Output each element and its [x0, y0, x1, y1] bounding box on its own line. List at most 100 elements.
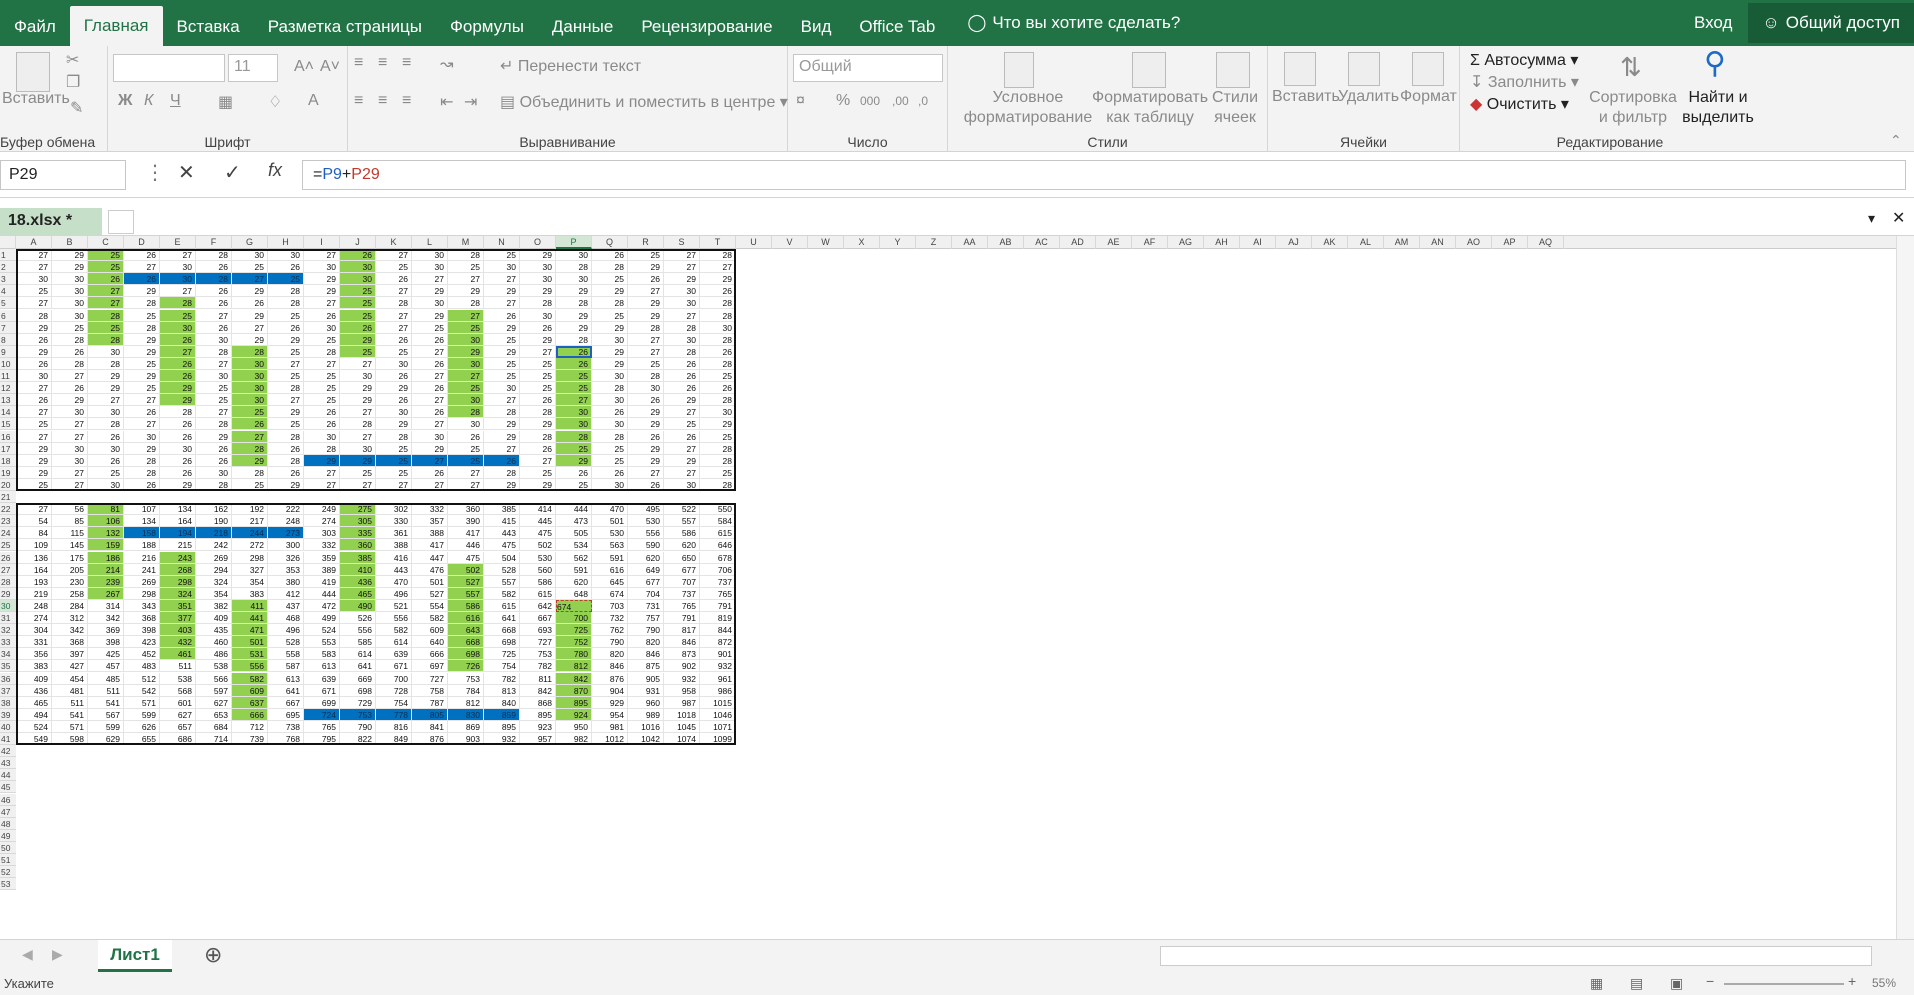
cell[interactable]: 29	[520, 249, 556, 262]
cell[interactable]: 859	[484, 708, 520, 721]
grow-font-icon[interactable]: A˄	[294, 58, 314, 76]
cell[interactable]: 28	[664, 345, 700, 358]
cell[interactable]: 28	[376, 430, 412, 443]
cell[interactable]: 27	[304, 297, 340, 310]
cell[interactable]: 30	[340, 370, 376, 383]
cell[interactable]: 511	[160, 660, 196, 673]
cell[interactable]: 294	[196, 563, 232, 576]
cell[interactable]: 30	[448, 394, 484, 407]
cell[interactable]: 27	[376, 321, 412, 334]
cell[interactable]: 411	[232, 599, 268, 612]
cell[interactable]: 158	[124, 527, 160, 540]
cell[interactable]: 639	[304, 672, 340, 685]
cell[interactable]: 25	[448, 321, 484, 334]
cell[interactable]: 298	[160, 575, 196, 588]
row-header[interactable]: 21	[0, 491, 16, 504]
cell[interactable]: 842	[556, 672, 592, 685]
cell[interactable]: 25	[700, 430, 736, 443]
cell[interactable]: 335	[340, 527, 376, 540]
cell[interactable]: 26	[268, 321, 304, 334]
cell[interactable]: 528	[484, 563, 520, 576]
cell[interactable]: 567	[88, 708, 124, 721]
row-header[interactable]: 29	[0, 587, 16, 600]
cell[interactable]: 26	[448, 430, 484, 443]
cell[interactable]: 26	[160, 333, 196, 346]
cell[interactable]: 249	[304, 503, 340, 516]
horizontal-scrollbar[interactable]	[1160, 946, 1872, 966]
cell[interactable]: 332	[412, 503, 448, 516]
cell[interactable]: 725	[556, 624, 592, 637]
cell[interactable]: 26	[160, 454, 196, 467]
cell[interactable]: 26	[664, 370, 700, 383]
page-layout-icon[interactable]: ▤	[1630, 975, 1643, 992]
cell[interactable]: 115	[52, 527, 88, 540]
cell[interactable]: 84	[16, 527, 52, 540]
cell[interactable]: 29	[124, 442, 160, 455]
zoom-slider[interactable]	[1724, 983, 1844, 985]
cell[interactable]: 481	[52, 684, 88, 697]
cell[interactable]: 26	[52, 345, 88, 358]
cell[interactable]: 727	[412, 672, 448, 685]
cell[interactable]: 241	[124, 563, 160, 576]
cell[interactable]: 452	[124, 648, 160, 661]
cell[interactable]: 30	[16, 370, 52, 383]
cell[interactable]: 30	[232, 370, 268, 383]
cell[interactable]: 162	[196, 503, 232, 516]
cell[interactable]: 26	[664, 430, 700, 443]
find-select-button[interactable]: Найти и выделить	[1678, 88, 1758, 128]
cell[interactable]: 409	[196, 612, 232, 625]
cell[interactable]: 412	[268, 587, 304, 600]
cell[interactable]: 870	[556, 684, 592, 697]
cell[interactable]: 26	[268, 261, 304, 274]
cell[interactable]: 30	[52, 442, 88, 455]
align-right-icon[interactable]: ≡	[402, 92, 411, 110]
cell[interactable]: 28	[376, 297, 412, 310]
cell[interactable]: 25	[196, 382, 232, 395]
bold-button[interactable]: Ж	[118, 92, 132, 110]
cell[interactable]: 486	[196, 648, 232, 661]
cell[interactable]: 26	[664, 357, 700, 370]
cell[interactable]: 28	[592, 430, 628, 443]
row-header[interactable]: 17	[0, 442, 16, 455]
cell[interactable]: 25	[88, 321, 124, 334]
cell[interactable]: 27	[160, 285, 196, 298]
cell[interactable]: 443	[376, 563, 412, 576]
cell[interactable]: 25	[556, 370, 592, 383]
cell[interactable]: 25	[556, 442, 592, 455]
cell[interactable]: 30	[88, 442, 124, 455]
cell[interactable]: 26	[88, 430, 124, 443]
column-header[interactable]: C	[88, 236, 124, 249]
cell[interactable]: 81	[88, 503, 124, 516]
cell[interactable]: 30	[556, 273, 592, 286]
cell[interactable]: 25	[484, 333, 520, 346]
cell[interactable]: 29	[340, 333, 376, 346]
cell[interactable]: 26	[268, 466, 304, 479]
cell[interactable]: 28	[520, 297, 556, 310]
cell[interactable]: 29	[304, 285, 340, 298]
cell[interactable]: 27	[484, 442, 520, 455]
cell[interactable]: 686	[160, 733, 196, 746]
cell[interactable]: 417	[448, 527, 484, 540]
row-header[interactable]: 35	[0, 660, 16, 673]
cell[interactable]: 25	[592, 273, 628, 286]
cell[interactable]: 840	[484, 696, 520, 709]
cell[interactable]: 273	[268, 527, 304, 540]
cell[interactable]: 29	[664, 454, 700, 467]
cell[interactable]: 26	[376, 394, 412, 407]
cell[interactable]: 986	[700, 684, 736, 697]
cell[interactable]: 385	[484, 503, 520, 516]
row-header[interactable]: 42	[0, 745, 16, 758]
cell[interactable]: 28	[88, 309, 124, 322]
cell[interactable]: 695	[268, 708, 304, 721]
cell[interactable]: 30	[232, 382, 268, 395]
cell[interactable]: 26	[88, 273, 124, 286]
cell[interactable]: 27	[304, 478, 340, 491]
row-header[interactable]: 53	[0, 878, 16, 891]
cell[interactable]: 332	[304, 539, 340, 552]
cell[interactable]: 27	[340, 406, 376, 419]
cell[interactable]: 30	[376, 357, 412, 370]
formula-input[interactable]: =P9+P29	[302, 160, 1906, 190]
column-header[interactable]: B	[52, 236, 88, 249]
decrease-indent-icon[interactable]: ⇤	[440, 92, 453, 112]
cell[interactable]: 25	[376, 466, 412, 479]
